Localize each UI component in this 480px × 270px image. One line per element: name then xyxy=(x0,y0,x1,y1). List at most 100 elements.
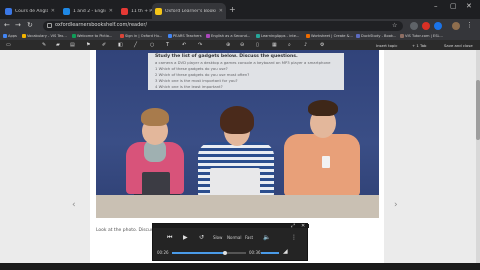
player-drag-handle[interactable] xyxy=(153,224,309,228)
star-icon[interactable]: ☆ xyxy=(392,22,397,29)
skip-start-icon[interactable]: ⏮ xyxy=(167,234,172,242)
menu-icon[interactable]: ⋮ xyxy=(466,21,473,29)
back-icon[interactable]: ← xyxy=(4,21,10,29)
tab-title: Cours de Anglais (B) - Interactive xyxy=(15,8,48,14)
bookmark-icon xyxy=(256,34,260,38)
audio-icon[interactable]: ♪ xyxy=(304,42,307,48)
search-icon[interactable]: ⌕ xyxy=(288,42,291,48)
new-tab-icon[interactable]: + xyxy=(229,5,236,14)
taskbar xyxy=(0,263,480,270)
bookmark-item[interactable]: Sign in | Oxford Hu... xyxy=(120,34,162,38)
bookmark-item[interactable]: Worksheet | Create &... xyxy=(306,34,353,38)
profile-avatar[interactable] xyxy=(452,22,460,30)
url-input[interactable]: oxfordlearnersbookshelf.com/reader/ xyxy=(43,21,403,31)
bookmark-tool-icon[interactable]: ⚑ xyxy=(86,42,90,48)
photo-teens-with-gadgets: Study the list of gadgets below. Discuss… xyxy=(96,50,379,218)
bookmark-label: LearningApps - inte... xyxy=(261,34,300,38)
speaker-icon[interactable]: ◢ xyxy=(283,248,288,255)
browser-tab[interactable]: Cours de Anglais (B) - Interactive ✕ xyxy=(2,3,58,19)
question-line: 2 Which of these gadgets do you use most… xyxy=(155,72,250,77)
reload-icon[interactable]: ↻ xyxy=(27,21,33,29)
seek-handle[interactable] xyxy=(223,251,228,255)
insert-topic-button[interactable]: Insert topic xyxy=(376,43,397,48)
bookmark-item[interactable]: Welcome to Pictio... xyxy=(72,34,112,38)
question-line: 4 Which one is the least important? xyxy=(155,84,223,89)
seek-bar[interactable] xyxy=(172,252,246,254)
bookmark-label: PEARS Teachers xyxy=(173,34,202,38)
highlighter-icon[interactable]: ▰ xyxy=(56,42,60,48)
tab-favicon xyxy=(5,7,12,15)
shapes-icon[interactable]: ○ xyxy=(150,42,154,48)
tab-title: 1 and 2 - English File third edit xyxy=(73,8,106,14)
fast-button[interactable]: Fast xyxy=(245,235,253,240)
settings-icon[interactable]: ⚙ xyxy=(320,42,324,48)
maximize-icon[interactable]: ▢ xyxy=(450,2,457,10)
questions-panel: Study the list of gadgets below. Discuss… xyxy=(148,53,344,90)
browser-tab-active[interactable]: Oxford Learner's Bookshelf ✕ xyxy=(152,3,226,19)
bookmark-item[interactable]: LearningApps - inte... xyxy=(256,34,299,38)
expand-icon[interactable]: ⤢ xyxy=(291,223,295,229)
current-time: 00:26 xyxy=(157,250,169,255)
bookmark-item[interactable]: English as a Second... xyxy=(206,34,250,38)
bookmark-item[interactable]: PEARS Teachers xyxy=(168,34,202,38)
contents-icon[interactable]: ▭ xyxy=(6,42,11,48)
close-player-icon[interactable]: ✕ xyxy=(301,223,305,229)
close-icon[interactable]: ✕ xyxy=(219,8,223,14)
pen-icon[interactable]: ✎ xyxy=(42,42,46,48)
eraser-icon[interactable]: ◧ xyxy=(118,42,123,48)
play-icon[interactable]: ▶ xyxy=(183,234,188,241)
bookmark-item[interactable]: DuckStudy - Book... xyxy=(356,34,396,38)
zoom-in-icon[interactable]: ⊕ xyxy=(226,42,230,48)
volume-slider[interactable] xyxy=(261,252,279,254)
url-text: oxfordlearnersbookshelf.com/reader/ xyxy=(55,22,148,28)
bookmark-icon xyxy=(120,34,124,38)
pencil-icon[interactable]: ✐ xyxy=(102,42,106,48)
page-view-icon[interactable]: ▯ xyxy=(256,42,259,48)
undo-icon[interactable]: ↶ xyxy=(182,42,186,48)
text-tool-icon[interactable]: T xyxy=(166,42,169,48)
close-icon[interactable]: ✕ xyxy=(51,8,55,14)
bookmark-icon xyxy=(3,34,7,38)
line-icon[interactable]: ╱ xyxy=(134,42,137,48)
window-close-icon[interactable]: ✕ xyxy=(466,2,472,10)
vertical-scrollbar[interactable] xyxy=(476,50,480,263)
redo-icon[interactable]: ↷ xyxy=(198,42,202,48)
grid-icon[interactable]: ▦ xyxy=(272,42,277,48)
extension-icon[interactable] xyxy=(410,22,418,30)
bookmark-item[interactable]: Apps xyxy=(3,34,17,38)
audio-player: ⤢ ✕ ⏮ ▶ ↺ Slow Normal Fast 🔈 ⋮ 00:26 00:… xyxy=(152,223,309,261)
volume-icon[interactable]: 🔈 xyxy=(263,234,270,241)
close-icon[interactable]: ✕ xyxy=(109,8,113,14)
bookmark-label: Welcome to Pictio... xyxy=(77,34,113,38)
bookmark-label: DuckStudy - Book... xyxy=(361,34,397,38)
minimize-icon[interactable]: – xyxy=(434,2,438,10)
bookmark-label: English as a Second... xyxy=(211,34,251,38)
extension-icon[interactable] xyxy=(434,22,442,30)
total-time: 00:36 xyxy=(249,250,261,255)
extension-icon[interactable] xyxy=(422,22,430,30)
questions-heading: Study the list of gadgets below. Discuss… xyxy=(155,54,298,59)
browser-tab[interactable]: 1 and 2 - English File third edit ✕ xyxy=(60,3,116,19)
zoom-out-icon[interactable]: ⊖ xyxy=(240,42,244,48)
bookmark-item[interactable]: VIS Tutor.com | ESL... xyxy=(400,34,443,38)
next-page-arrow[interactable]: › xyxy=(394,200,398,210)
normal-button[interactable]: Normal xyxy=(227,235,241,240)
bookmark-item[interactable]: Vocabulary - VIS Tex... xyxy=(22,34,67,38)
more-options-icon[interactable]: ⋮ xyxy=(291,234,297,241)
add-tab-button[interactable]: + 1 Tab xyxy=(412,43,426,48)
note-icon[interactable]: ▤ xyxy=(70,42,75,48)
slow-button[interactable]: Slow xyxy=(213,235,222,240)
scrollbar-thumb[interactable] xyxy=(476,80,480,140)
forward-icon[interactable]: → xyxy=(15,21,21,29)
bench xyxy=(96,195,379,218)
bookmark-label: VIS Tutor.com | ESL... xyxy=(405,34,443,38)
tab-favicon xyxy=(121,7,128,15)
bookmark-icon xyxy=(22,34,26,38)
rewind-icon[interactable]: ↺ xyxy=(199,234,204,241)
bookmark-label: Vocabulary - VIS Tex... xyxy=(27,34,67,38)
question-line: a camera a DVD player a desktop a games … xyxy=(155,60,331,65)
tab-favicon xyxy=(155,7,162,15)
save-and-close-button[interactable]: Save and close xyxy=(444,43,473,48)
previous-page-arrow[interactable]: ‹ xyxy=(72,200,76,210)
reader-toolbar: ▭ ✎ ▰ ▤ ⚑ ✐ ◧ ╱ ○ T ↶ ↷ ⊕ ⊖ ▯ ▦ ⌕ ♪ ⚙ In… xyxy=(0,41,480,50)
